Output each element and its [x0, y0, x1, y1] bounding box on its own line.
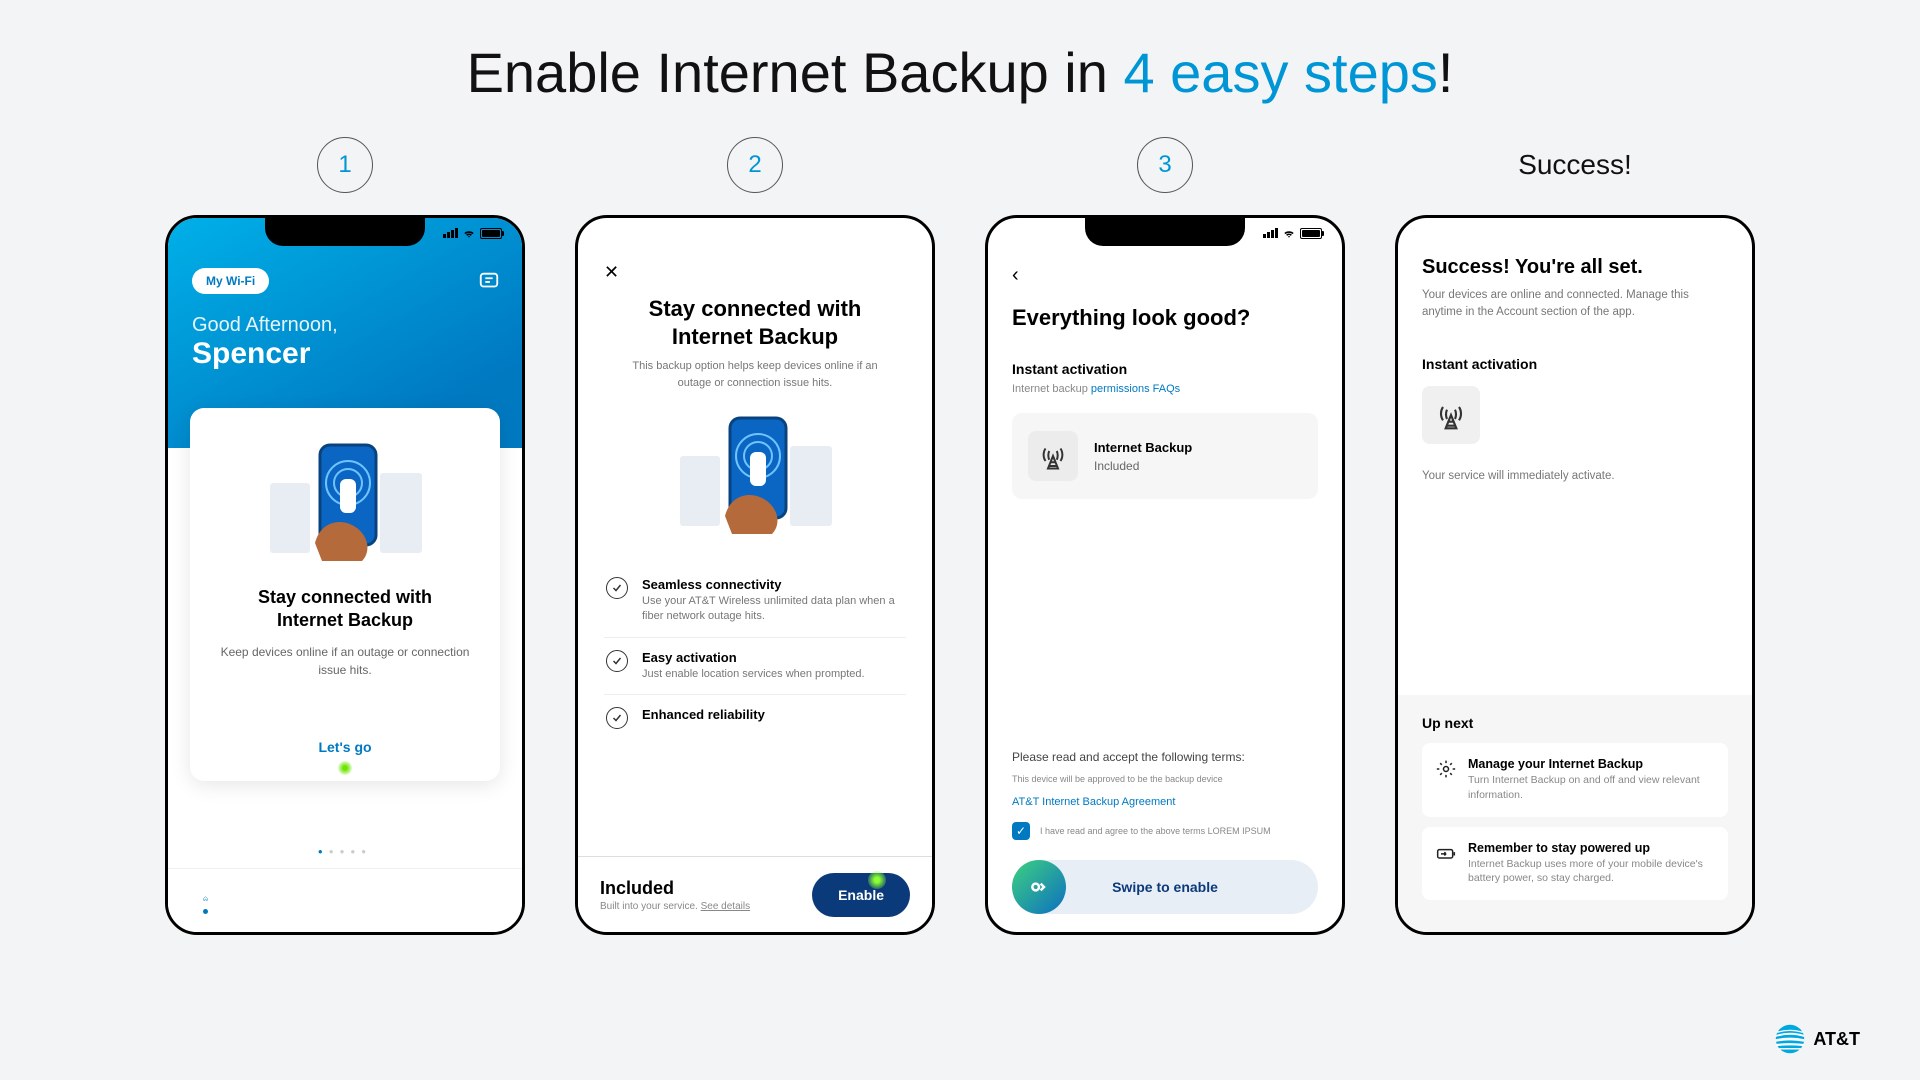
nav-home[interactable]: [203, 888, 208, 914]
built-into-text: Built into your service. See details: [600, 901, 750, 912]
check-icon: [606, 707, 628, 729]
feature-item: Easy activationJust enable location serv…: [604, 637, 906, 694]
highlight-dot-icon: [338, 761, 352, 775]
see-details-link[interactable]: See details: [701, 901, 750, 912]
wifi-status-icon: [462, 226, 476, 240]
activation-note: Your service will immediately activate.: [1422, 470, 1728, 482]
section-heading: Instant activation: [1012, 361, 1318, 377]
swipe-to-enable[interactable]: Swipe to enable: [1012, 860, 1318, 914]
step-badge-2: 2: [727, 137, 783, 193]
phone-mock-2: ✕ Stay connected withInternet Backup Thi…: [575, 215, 935, 935]
tower-icon: [1422, 386, 1480, 444]
screen-title: Everything look good?: [1012, 305, 1318, 331]
globe-icon: [1775, 1024, 1805, 1054]
signal-icon: [443, 228, 458, 238]
att-logo: AT&T: [1775, 1024, 1860, 1054]
section-heading: Instant activation: [1422, 356, 1728, 372]
screen-title: Stay connected withInternet Backup: [604, 295, 906, 350]
terms-lead: Please read and accept the following ter…: [1012, 750, 1318, 764]
screen-subtitle: This backup option helps keep devices on…: [604, 358, 906, 391]
bottom-nav: [168, 868, 522, 932]
promo-card: Stay connected withInternet Backup Keep …: [190, 408, 500, 781]
success-label: Success!: [1518, 135, 1632, 195]
gear-icon: [1436, 759, 1456, 779]
battery-icon: [480, 228, 502, 239]
highlight-dot-icon: [868, 871, 886, 889]
greeting: Good Afternoon,: [192, 314, 498, 337]
phone-mock-1: My Wi-Fi Good Afternoon, Spencer: [165, 215, 525, 935]
up-next-card[interactable]: Remember to stay powered upInternet Back…: [1422, 827, 1728, 900]
agree-text: I have read and agree to the above terms…: [1040, 826, 1271, 836]
wifi-status-icon: [1282, 226, 1296, 240]
screen-title: Success! You're all set.: [1422, 256, 1728, 279]
hand-phone-illustration: [206, 428, 484, 578]
hand-phone-illustration: [604, 401, 906, 551]
pagination-dots: ●●●●●: [168, 847, 522, 856]
faq-link[interactable]: permissions FAQs: [1091, 383, 1180, 395]
battery-icon: [1300, 228, 1322, 239]
card-description: Keep devices online if an outage or conn…: [206, 643, 484, 679]
success-lead: Your devices are online and connected. M…: [1422, 287, 1728, 322]
terms-note: This device will be approved to be the b…: [1012, 774, 1318, 784]
up-next-heading: Up next: [1422, 715, 1728, 731]
card-title: Stay connected withInternet Backup: [206, 586, 484, 633]
back-icon[interactable]: ‹: [1012, 264, 1318, 287]
user-name: Spencer: [192, 337, 498, 371]
step-badge-3: 3: [1137, 137, 1193, 193]
page-title: Enable Internet Backup in 4 easy steps!: [0, 0, 1920, 135]
wifi-pill[interactable]: My Wi-Fi: [192, 268, 269, 294]
check-icon: [606, 650, 628, 672]
battery-arrow-icon: [1436, 843, 1456, 863]
tower-icon: [1028, 431, 1078, 481]
phone-mock-3: ‹ Everything look good? Instant activati…: [985, 215, 1345, 935]
agree-checkbox[interactable]: ✓: [1012, 822, 1030, 840]
step-badge-1: 1: [317, 137, 373, 193]
check-icon: [606, 577, 628, 599]
faq-text: Internet backup permissions FAQs: [1012, 383, 1318, 395]
backup-card: Internet BackupIncluded: [1012, 413, 1318, 499]
feature-item: Enhanced reliability: [604, 694, 906, 741]
enable-button[interactable]: Enable: [812, 873, 910, 917]
feature-item: Seamless connectivityUse your AT&T Wirel…: [604, 565, 906, 637]
phone-mock-4: Success! You're all set. Your devices ar…: [1395, 215, 1755, 935]
up-next-card[interactable]: Manage your Internet BackupTurn Internet…: [1422, 743, 1728, 816]
included-label: Included: [600, 878, 750, 899]
lets-go-link[interactable]: Let's go: [318, 739, 371, 755]
close-icon[interactable]: ✕: [604, 262, 906, 283]
chat-icon[interactable]: [478, 270, 500, 292]
agreement-link[interactable]: AT&T Internet Backup Agreement: [1012, 796, 1318, 808]
signal-icon: [1263, 228, 1278, 238]
